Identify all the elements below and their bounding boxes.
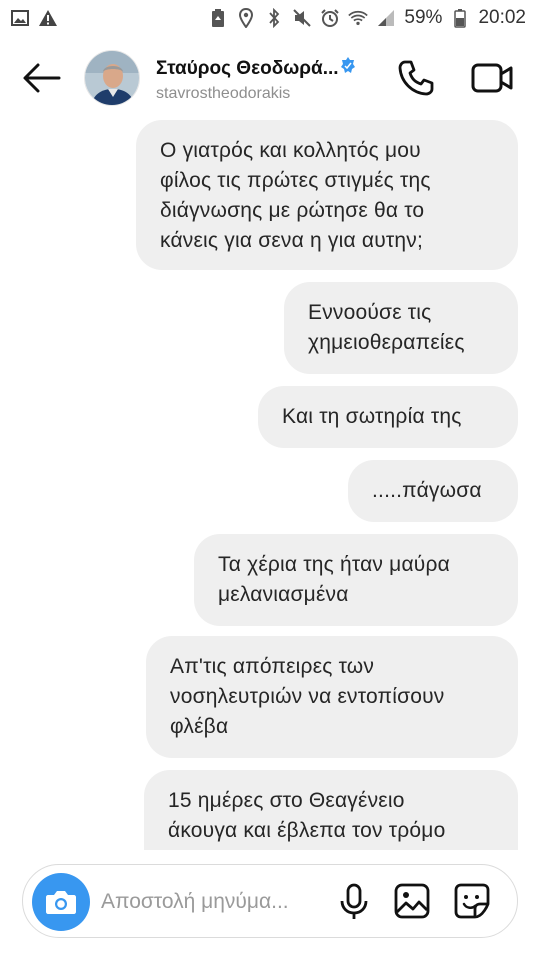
clock: 20:02 bbox=[478, 7, 526, 28]
status-left bbox=[10, 8, 58, 28]
back-button[interactable] bbox=[22, 62, 62, 94]
message-bubble[interactable]: Ο γιατρός και κολλητός μου φίλος τις πρώ… bbox=[136, 120, 518, 270]
camera-icon bbox=[46, 891, 76, 914]
message-line: φίλος τις πρώτες στιγμές της bbox=[160, 169, 431, 192]
message-line: Απ'τις απόπειρες των bbox=[170, 655, 375, 678]
wifi-icon bbox=[348, 8, 369, 28]
signal-icon bbox=[376, 8, 396, 28]
alarm-icon bbox=[320, 8, 340, 28]
message-line: διάγνωσης με ρώτησε θα το bbox=[160, 199, 425, 222]
message-line: άκουγα και έβλεπα τον τρόμο bbox=[168, 819, 446, 842]
sticker-button[interactable] bbox=[453, 882, 491, 920]
microphone-icon bbox=[340, 883, 368, 919]
chat-header: Σταύρος Θεοδωρά... stavrostheodorakis bbox=[0, 36, 540, 120]
location-icon bbox=[236, 8, 256, 28]
message-line: μελανιασμένα bbox=[218, 583, 349, 606]
verified-badge-icon bbox=[340, 56, 355, 82]
sticker-icon bbox=[454, 883, 490, 919]
avatar[interactable] bbox=[84, 50, 140, 106]
message-input[interactable] bbox=[101, 887, 331, 917]
message-line: .....πάγωσα bbox=[372, 479, 482, 502]
battery-saver-icon bbox=[208, 8, 228, 28]
message-bubble[interactable]: Απ'τις απόπειρες των νοσηλευτριών να εντ… bbox=[146, 636, 518, 758]
message-bubble[interactable]: Και τη σωτηρία της bbox=[258, 386, 518, 448]
gallery-icon bbox=[394, 883, 430, 919]
status-bar: 59% 20:02 bbox=[0, 0, 540, 36]
message-bubble[interactable]: Εννοούσε τις χημειοθεραπείες bbox=[284, 282, 518, 374]
message-line: φλέβα bbox=[170, 715, 229, 738]
message-line: Τα χέρια της ήταν μαύρα bbox=[218, 553, 450, 576]
mute-icon bbox=[292, 8, 312, 28]
message-bubble[interactable]: Τα χέρια της ήταν μαύρα μελανιασμένα bbox=[194, 534, 518, 626]
image-notification-icon bbox=[10, 8, 30, 28]
message-list[interactable]: Ο γιατρός και κολλητός μου φίλος τις πρώ… bbox=[0, 120, 540, 850]
message-composer bbox=[22, 864, 518, 938]
voice-message-button[interactable] bbox=[337, 883, 371, 921]
message-bubble[interactable]: 15 ημέρες στο Θεαγένειο άκουγα και έβλεπ… bbox=[144, 770, 518, 850]
message-line: Ο γιατρός και κολλητός μου bbox=[160, 139, 421, 162]
camera-button[interactable] bbox=[32, 873, 90, 931]
phone-icon bbox=[398, 60, 434, 96]
message-line: χημειοθεραπείες bbox=[308, 331, 465, 354]
contact-name-text: Σταύρος Θεοδωρά... bbox=[156, 58, 339, 79]
battery-percentage: 59% bbox=[404, 7, 443, 28]
message-line: Εννοούσε τις bbox=[308, 301, 432, 324]
video-call-button[interactable] bbox=[470, 60, 514, 96]
contact-name[interactable]: Σταύρος Θεοδωρά... bbox=[156, 56, 355, 82]
message-line: κάνεις για σενα η για αυτην; bbox=[160, 229, 423, 252]
bluetooth-icon bbox=[264, 8, 284, 28]
battery-icon bbox=[450, 8, 470, 28]
message-bubble[interactable]: .....πάγωσα bbox=[348, 460, 518, 522]
warning-icon bbox=[38, 8, 58, 28]
message-line: Και τη σωτηρία της bbox=[282, 405, 462, 428]
gallery-button[interactable] bbox=[393, 882, 431, 920]
message-line: νοσηλευτριών να εντοπίσουν bbox=[170, 685, 445, 708]
status-right: 59% 20:02 bbox=[208, 7, 526, 29]
contact-handle: stavrostheodorakis bbox=[156, 85, 291, 102]
back-arrow-icon bbox=[23, 63, 61, 93]
voice-call-button[interactable] bbox=[396, 58, 436, 98]
message-line: 15 ημέρες στο Θεαγένειο bbox=[168, 789, 405, 812]
video-camera-icon bbox=[471, 63, 513, 93]
